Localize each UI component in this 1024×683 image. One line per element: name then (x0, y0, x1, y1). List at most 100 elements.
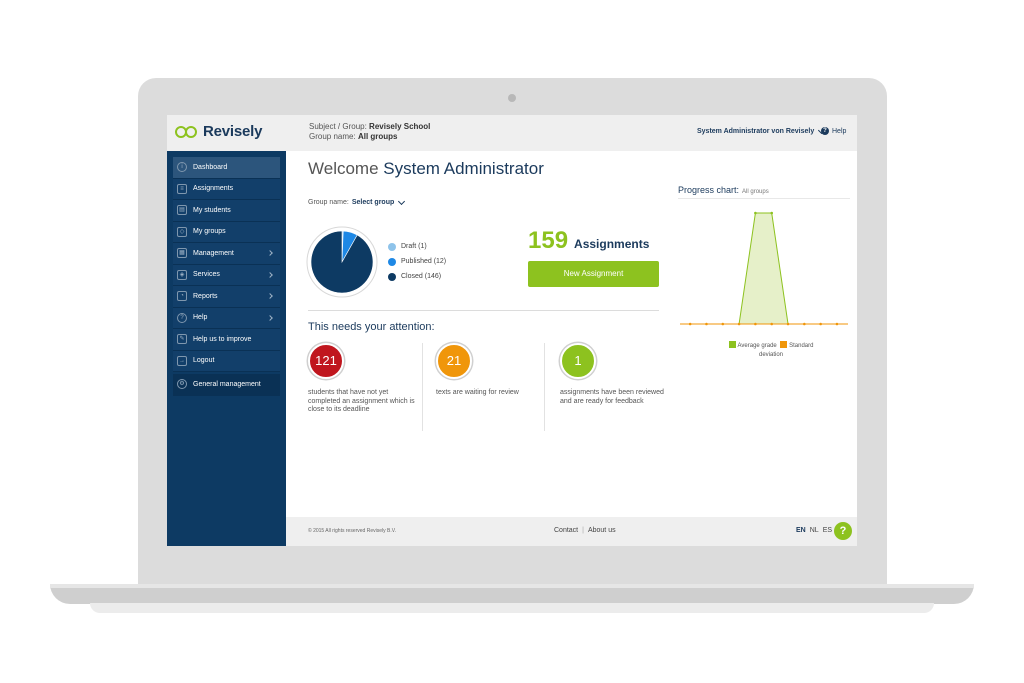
subject-label: Subject / Group: (309, 122, 367, 131)
assignments-icon: ≡ (177, 183, 187, 194)
subject-group-info: Subject / Group: Revisely School Group n… (309, 122, 430, 142)
contact-link[interactable]: Contact (554, 527, 578, 534)
main-content: Welcome System Administrator Group name:… (286, 151, 857, 517)
sidebar-item-reports[interactable]: ◔ Reports (173, 286, 280, 308)
footer-links: Contact | About us (554, 527, 616, 534)
std-dev-swatch (780, 341, 788, 348)
sidebar-item-label: Dashboard (193, 163, 228, 171)
students-icon: ▤ (177, 205, 187, 216)
logo[interactable]: Revisely (175, 123, 262, 140)
group-name-label: Group name: (308, 199, 349, 206)
new-assignment-button[interactable]: New Assignment (528, 261, 659, 287)
progress-chart-legend: Average grade Standard deviation (716, 341, 826, 360)
chart-divider (678, 198, 850, 199)
sidebar-item-logout[interactable]: → Logout (173, 350, 280, 372)
group-value: All groups (357, 132, 398, 141)
user-menu-label: System Administrator von Revisely (697, 128, 815, 135)
separator: | (582, 527, 584, 534)
info-icon: i (177, 162, 187, 173)
std-deviation-point (737, 322, 741, 326)
sidebar-item-help-us-to-improve[interactable]: ✎ Help us to improve (173, 329, 280, 351)
about-link[interactable]: About us (588, 527, 616, 534)
sidebar-item-dashboard[interactable]: i Dashboard (173, 157, 280, 179)
lang-nl[interactable]: NL (810, 527, 819, 534)
std-deviation-point (705, 322, 708, 326)
sidebar-item-label: Help (193, 314, 208, 322)
services-icon: ◈ (177, 269, 187, 280)
camera (508, 94, 516, 102)
sidebar-item-label: Assignments (193, 185, 234, 193)
progress-chart-title: Progress chart: All groups (678, 185, 769, 195)
std-deviation-point (835, 322, 839, 326)
chevron-right-icon (267, 271, 273, 278)
progress-chart-title-text: Progress chart: (678, 185, 740, 195)
help-icon: ? (177, 312, 187, 323)
group-select-dropdown[interactable]: Select group (352, 199, 394, 206)
reports-icon: ◔ (177, 291, 187, 302)
lang-en[interactable]: EN (796, 527, 806, 534)
legend-dot (388, 272, 396, 281)
sidebar-item-label: Help us to improve (193, 335, 252, 343)
attention-description: assignments have been reviewed and are r… (560, 389, 664, 405)
sidebar-item-label: Services (193, 271, 220, 279)
progress-chart (680, 211, 848, 326)
help-bubble-icon[interactable]: ? (834, 522, 852, 540)
std-deviation-point (803, 322, 806, 326)
attention-count-badge: 121 (308, 343, 344, 379)
sidebar-item-label: My students (193, 206, 231, 214)
laptop-base-shadow (90, 603, 934, 613)
sidebar-item-general-management[interactable]: ⚙ General management (173, 374, 280, 396)
card-divider (544, 343, 545, 431)
chevron-right-icon (267, 314, 273, 321)
assignments-pie-chart (306, 226, 378, 298)
attention-card[interactable]: 21 texts are waiting for review (436, 343, 546, 398)
legend-item: Closed (146) (388, 269, 446, 284)
sidebar-item-management[interactable]: ▦ Management (173, 243, 280, 265)
welcome-prefix: Welcome (308, 159, 379, 178)
attention-description: students that have not yet completed an … (308, 389, 415, 413)
sidebar-item-my-groups[interactable]: ◇ My groups (173, 221, 280, 243)
sidebar-item-label: Management (193, 249, 234, 257)
attention-count-badge: 1 (560, 343, 596, 379)
sidebar-item-my-students[interactable]: ▤ My students (173, 200, 280, 222)
sidebar-item-assignments[interactable]: ≡ Assignments (173, 178, 280, 200)
legend-standard: Standard (789, 343, 814, 349)
subject-value: Revisely School (369, 122, 431, 131)
average-grade-area (690, 212, 837, 325)
attention-card[interactable]: 121 students that have not yet completed … (308, 343, 418, 415)
legend-label: Published (12) (401, 258, 447, 265)
sidebar-item-label: My groups (193, 228, 226, 236)
pie-legend: Draft (1) Published (12) Closed (146) (388, 239, 446, 284)
legend-item: Published (12) (388, 254, 446, 269)
sidebar-item-label: Reports (193, 292, 218, 300)
management-icon: ▦ (177, 248, 187, 259)
top-header: Revisely Subject / Group: Revisely Schoo… (167, 115, 857, 151)
attention-card[interactable]: 1 assignments have been reviewed and are … (560, 343, 670, 406)
pie-svg (306, 226, 378, 298)
attention-count-badge: 21 (436, 343, 472, 379)
footer: © 2015 All rights reserved Revisely B.V.… (286, 517, 857, 546)
average-grade-point (754, 211, 757, 215)
assignments-count: 159 (528, 227, 569, 254)
sidebar-item-help[interactable]: ? Help (173, 307, 280, 329)
help-link[interactable]: ? Help (821, 127, 846, 135)
chevron-down-icon (398, 197, 406, 205)
std-deviation-point (754, 322, 757, 326)
average-grade-point (770, 211, 774, 215)
std-deviation-point (688, 322, 692, 326)
lang-es[interactable]: ES (823, 527, 832, 534)
infinity-logo-icon (175, 125, 199, 139)
std-deviation-point (721, 322, 725, 326)
legend-dot (388, 242, 396, 251)
legend-label: Draft (1) (401, 243, 427, 250)
progress-chart-subtitle: All groups (742, 189, 769, 195)
pie-slice-2[interactable] (310, 230, 374, 294)
attention-heading: This needs your attention: (308, 321, 435, 333)
std-deviation-point (819, 322, 822, 326)
logo-text: Revisely (203, 123, 263, 140)
user-menu[interactable]: System Administrator von Revisely (697, 126, 826, 135)
assignments-label: Assignments (574, 237, 650, 251)
sidebar-item-services[interactable]: ◈ Services (173, 264, 280, 286)
groups-icon: ◇ (177, 226, 187, 237)
assignments-summary: 159 Assignments (528, 227, 649, 255)
